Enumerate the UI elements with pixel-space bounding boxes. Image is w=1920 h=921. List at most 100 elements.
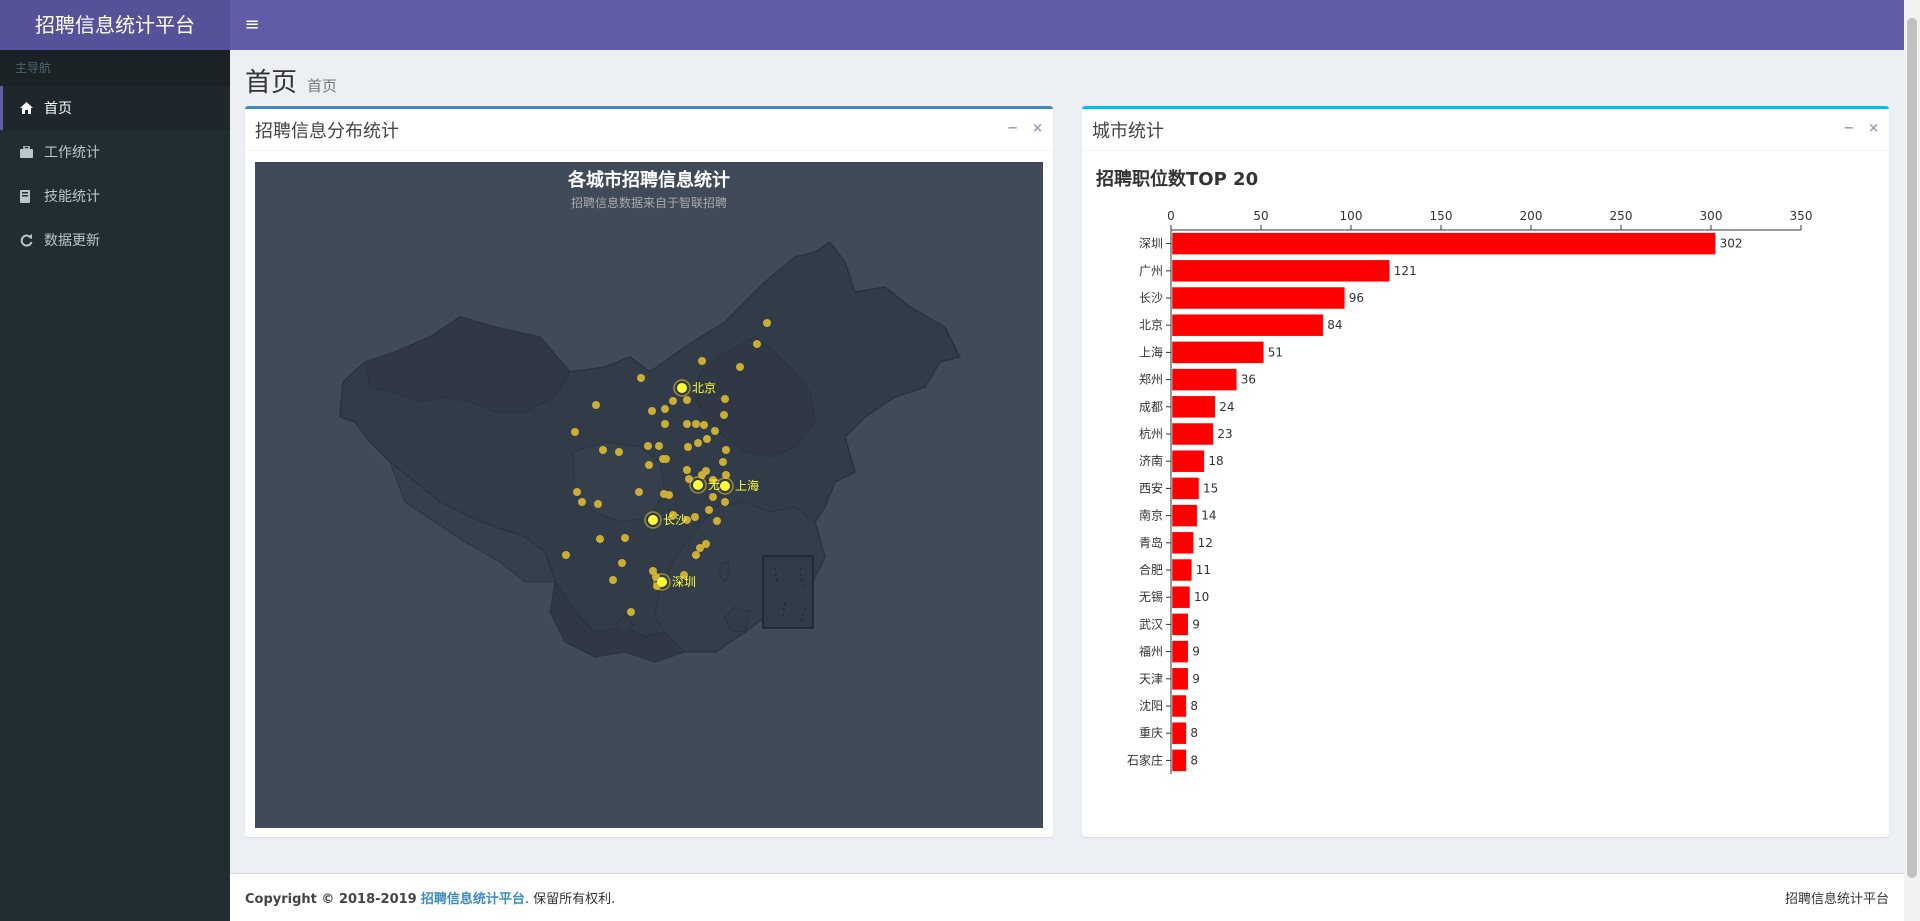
data-label: 36: [1241, 373, 1256, 387]
sidebar-item-label: 数据更新: [44, 233, 100, 249]
y-tick-label: 合肥: [1139, 562, 1163, 577]
data-label: 18: [1208, 454, 1223, 468]
y-tick-label: 天津: [1139, 672, 1163, 686]
data-label: 51: [1268, 345, 1283, 359]
page-scrollbar[interactable]: [1904, 0, 1920, 921]
bar: [1171, 667, 1189, 691]
data-label: 84: [1327, 318, 1342, 332]
bar: [1171, 449, 1205, 473]
bar-chart[interactable]: 0 50 100 150 200 250 300 350 深圳 302 广州 121 长沙 96 北京 84 上…: [1082, 179, 1862, 799]
footer-right: 招聘信息统计平台: [1784, 892, 1889, 907]
city-label-changsha: 长沙: [663, 513, 687, 527]
city-box-title: 城市统计: [1092, 120, 1164, 142]
map-box: 招聘信息分布统计 − × 各城市招聘信息统计 招聘信息数据来自于智联招聘 北京 …: [245, 106, 1053, 837]
bar: [1171, 259, 1391, 283]
map-box-title: 招聘信息分布统计: [255, 120, 399, 142]
bar: [1171, 422, 1214, 446]
minimize-button[interactable]: −: [1007, 121, 1018, 136]
data-label: 302: [1720, 237, 1743, 251]
china-map[interactable]: 北京 上海 无 长沙 深圳: [255, 162, 1043, 828]
data-label: 9: [1192, 617, 1200, 631]
y-tick-label: 北京: [1139, 318, 1163, 332]
y-tick-label: 上海: [1139, 344, 1163, 359]
bar: [1171, 341, 1265, 364]
bar: [1171, 232, 1716, 255]
footer-link[interactable]: 招聘信息统计平台: [421, 892, 525, 907]
y-tick-label: 杭州: [1139, 426, 1163, 441]
data-label: 23: [1217, 427, 1232, 441]
top-header: 招聘信息统计平台 ≡: [0, 0, 1904, 50]
x-tick-label: 300: [1700, 209, 1723, 223]
y-tick-label: 济南: [1139, 453, 1163, 468]
sidebar-item-data-update[interactable]: 数据更新: [0, 218, 230, 262]
footer: Copyright © 2018-2019 招聘信息统计平台. 保留所有权利. …: [230, 873, 1904, 921]
x-tick-label: 200: [1520, 209, 1543, 223]
x-tick-label: 0: [1167, 209, 1175, 223]
map-box-tools: − ×: [1007, 121, 1043, 136]
y-tick-label: 青岛: [1139, 535, 1163, 550]
data-label: 8: [1190, 726, 1198, 740]
bar: [1171, 721, 1187, 745]
bar: [1171, 613, 1189, 636]
footer-copyright: Copyright © 2018-2019 招聘信息统计平台. 保留所有权利.: [245, 888, 615, 907]
x-tick-label: 100: [1340, 209, 1363, 223]
y-tick-label: 成都: [1139, 400, 1163, 414]
data-label: 121: [1394, 264, 1417, 278]
bar: [1171, 395, 1216, 419]
bar: [1171, 749, 1187, 772]
sidebar-item-home[interactable]: 首页: [0, 86, 230, 130]
city-label-shanghai: 上海: [735, 478, 759, 493]
y-tick-label: 无锡: [1139, 589, 1163, 604]
x-tick-label: 150: [1430, 209, 1453, 223]
close-button[interactable]: ×: [1868, 121, 1879, 136]
city-label-shenzhen: 深圳: [672, 575, 696, 589]
app-logo[interactable]: 招聘信息统计平台: [0, 0, 230, 50]
bar: [1171, 585, 1191, 609]
y-tick-label: 石家庄: [1127, 752, 1163, 767]
minimize-button[interactable]: −: [1843, 121, 1854, 136]
data-label: 96: [1349, 291, 1364, 305]
bar: [1171, 504, 1198, 527]
x-tick-label: 350: [1790, 209, 1813, 223]
city-stats-box: 城市统计 − × 招聘职位数TOP 20 0 50 100 150 200 250 300 3…: [1082, 106, 1889, 837]
bar: [1171, 531, 1194, 555]
x-tick-label: 50: [1253, 209, 1268, 223]
sidebar-item-label: 首页: [44, 101, 72, 117]
bar: [1171, 694, 1187, 718]
bar: [1171, 640, 1189, 663]
data-label: 15: [1203, 481, 1218, 495]
refresh-icon: [20, 233, 40, 247]
y-tick-label: 广州: [1139, 264, 1163, 278]
y-tick-label: 郑州: [1139, 372, 1163, 387]
page-title: 首页: [245, 68, 298, 98]
data-label: 12: [1198, 536, 1213, 550]
close-button[interactable]: ×: [1032, 121, 1043, 136]
home-icon: [20, 102, 40, 114]
y-tick-label: 重庆: [1139, 726, 1163, 740]
bar: [1171, 286, 1346, 310]
data-label: 9: [1192, 645, 1200, 659]
sidebar-item-job-stats[interactable]: 工作统计: [0, 130, 230, 174]
city-box-tools: − ×: [1843, 121, 1879, 136]
bar: [1171, 368, 1238, 391]
sidebar-item-skill-stats[interactable]: 技能统计: [0, 174, 230, 218]
city-label-beijing: 北京: [692, 381, 716, 395]
rights-text: . 保留所有权利.: [524, 892, 616, 907]
data-label: 8: [1190, 699, 1198, 713]
bar: [1171, 558, 1193, 582]
data-label: 10: [1194, 590, 1209, 604]
book-icon: [20, 189, 40, 203]
y-tick-label: 西安: [1139, 480, 1163, 495]
sidebar-toggle-button[interactable]: ≡: [240, 0, 264, 50]
breadcrumb[interactable]: 首页: [307, 75, 337, 96]
sidebar: 主导航 首页 工作统计 技能统计 数据更新: [0, 50, 230, 921]
china-map-panel: 各城市招聘信息统计 招聘信息数据来自于智联招聘 北京 上海 无 长沙 深圳: [255, 162, 1043, 828]
data-label: 9: [1192, 672, 1200, 686]
y-tick-label: 武汉: [1139, 617, 1163, 631]
data-label: 8: [1190, 753, 1198, 767]
data-label: 14: [1201, 509, 1216, 523]
scroll-thumb[interactable]: [1907, 18, 1917, 878]
sidebar-item-label: 工作统计: [44, 145, 100, 161]
y-tick-label: 深圳: [1139, 237, 1163, 251]
data-label: 24: [1219, 400, 1234, 414]
